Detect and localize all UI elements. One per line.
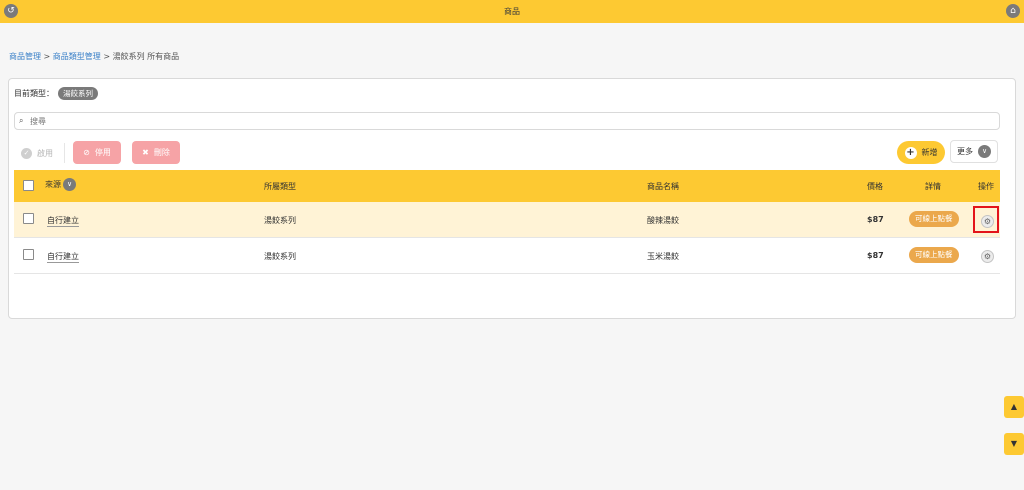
delete-button[interactable]: ✖ 刪除 [132,141,180,164]
add-button-label: 新增 [921,148,938,157]
delete-button-label: 刪除 [153,148,170,157]
product-name-cell: 酸辣湯餃 [647,216,679,225]
breadcrumb-separator: > [100,52,113,61]
home-icon[interactable]: ⌂ [1006,4,1020,18]
table-header: 來源 ∨ 所屬類型 商品名稱 價格 詳情 操作 [14,170,1000,202]
current-category-label: 目前類型： [14,89,54,98]
breadcrumb-product-type-management[interactable]: 商品類型管理 [53,52,101,61]
current-category: 目前類型： 湯餃系列 [14,87,98,100]
enable-button-label: 啟用 [37,149,53,158]
source-column-header[interactable]: 來源 ∨ [45,178,76,191]
disable-button[interactable]: ⊘ 停用 [73,141,121,164]
online-order-badge: 可線上點餐 [909,247,959,263]
search-box[interactable]: ⌕ [14,112,1000,130]
category-cell: 湯餃系列 [264,216,296,225]
search-icon: ⌕ [19,116,24,125]
price-cell: $87 [867,251,884,260]
disable-button-label: 停用 [94,148,111,157]
scroll-up-button[interactable]: ▲ [1004,396,1024,418]
toolbar-divider [64,143,65,163]
check-icon: ✓ [21,148,32,159]
category-cell: 湯餃系列 [264,252,296,261]
breadcrumb: 商品管理 > 商品類型管理 > 湯餃系列 所有商品 [9,51,179,62]
select-all-checkbox[interactable] [23,180,34,191]
chevron-down-icon: ∨ [978,145,991,158]
table-row[interactable]: 自行建立 湯餃系列 酸辣湯餃 $87 可線上點餐 ⚙ [14,202,1000,238]
more-button-label: 更多 [957,147,973,156]
add-button[interactable]: + 新增 [897,141,945,164]
source-link[interactable]: 自行建立 [47,215,79,226]
more-button[interactable]: 更多 ∨ [950,140,998,163]
price-cell: $87 [867,215,884,224]
breadcrumb-current: 湯餃系列 所有商品 [112,52,180,61]
product-name-cell: 玉米湯餃 [647,252,679,261]
category-column-header: 所屬類型 [264,182,296,191]
page-title: 商品 [504,7,520,16]
breadcrumb-product-management[interactable]: 商品管理 [9,52,41,61]
focus-highlight-box [973,206,999,233]
enable-button[interactable]: ✓ 啟用 [17,142,57,165]
top-bar: ↺ 商品 ⌂ [0,0,1024,23]
online-order-badge: 可線上點餐 [909,211,959,227]
scroll-down-button[interactable]: ▼ [1004,433,1024,455]
close-icon: ✖ [142,148,149,157]
source-link[interactable]: 自行建立 [47,251,79,262]
action-column-header: 操作 [978,182,994,191]
gear-icon[interactable]: ⚙ [981,250,994,263]
breadcrumb-separator: > [41,52,53,61]
price-column-header: 價格 [867,182,883,191]
name-column-header: 商品名稱 [647,182,679,191]
source-header-label: 來源 [45,180,61,189]
search-input[interactable] [30,115,930,127]
detail-column-header: 詳情 [925,182,941,191]
row-checkbox[interactable] [23,249,34,260]
category-badge: 湯餃系列 [58,87,98,100]
product-list-card: 目前類型： 湯餃系列 ⌕ ✓ 啟用 ⊘ 停用 ✖ 刪除 + 新增 更多 ∨ 來源… [8,78,1016,319]
row-checkbox[interactable] [23,213,34,224]
chevron-down-icon[interactable]: ∨ [63,178,76,191]
table-row[interactable]: 自行建立 湯餃系列 玉米湯餃 $87 可線上點餐 ⚙ [14,238,1000,274]
disable-icon: ⊘ [83,148,90,157]
plus-icon: + [904,146,917,159]
